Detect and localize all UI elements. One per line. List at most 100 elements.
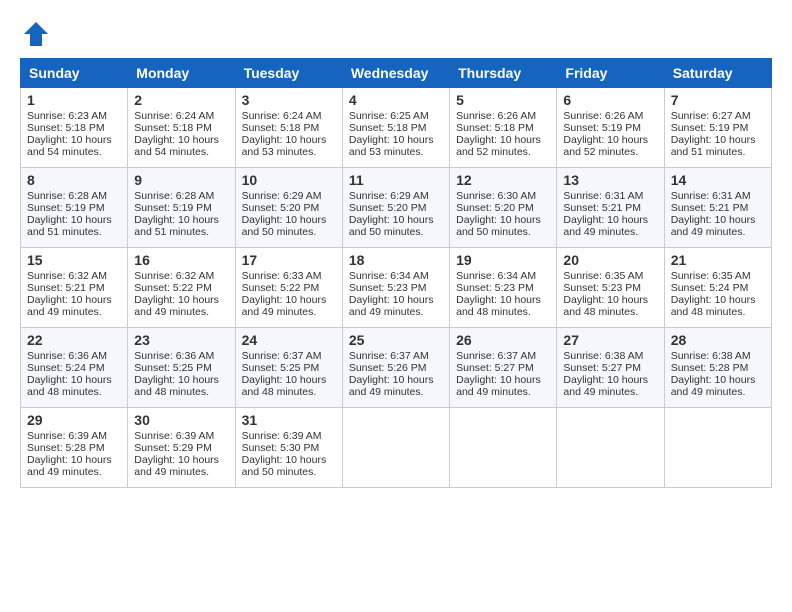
day-number: 4 (349, 92, 443, 108)
table-row: 25Sunrise: 6:37 AMSunset: 5:26 PMDayligh… (342, 328, 449, 408)
sunrise-text: Sunrise: 6:24 AM (134, 110, 214, 122)
table-row: 26Sunrise: 6:37 AMSunset: 5:27 PMDayligh… (450, 328, 557, 408)
day-number: 15 (27, 252, 121, 268)
day-number: 7 (671, 92, 765, 108)
daylight-minutes: and 49 minutes. (242, 306, 317, 318)
daylight-text: Daylight: 10 hours (242, 294, 327, 306)
day-number: 5 (456, 92, 550, 108)
daylight-minutes: and 50 minutes. (349, 226, 424, 238)
day-number: 1 (27, 92, 121, 108)
daylight-minutes: and 50 minutes. (242, 226, 317, 238)
daylight-text: Daylight: 10 hours (671, 134, 756, 146)
daylight-minutes: and 49 minutes. (134, 466, 209, 478)
daylight-minutes: and 48 minutes. (456, 306, 531, 318)
daylight-text: Daylight: 10 hours (27, 294, 112, 306)
table-row: 24Sunrise: 6:37 AMSunset: 5:25 PMDayligh… (235, 328, 342, 408)
logo (20, 20, 50, 48)
sunrise-text: Sunrise: 6:36 AM (27, 350, 107, 362)
calendar-table: Sunday Monday Tuesday Wednesday Thursday… (20, 58, 772, 488)
table-row: 2Sunrise: 6:24 AMSunset: 5:18 PMDaylight… (128, 88, 235, 168)
daylight-minutes: and 54 minutes. (134, 146, 209, 158)
table-row: 11Sunrise: 6:29 AMSunset: 5:20 PMDayligh… (342, 168, 449, 248)
sunset-text: Sunset: 5:20 PM (349, 202, 427, 214)
sunset-text: Sunset: 5:21 PM (563, 202, 641, 214)
table-row: 8Sunrise: 6:28 AMSunset: 5:19 PMDaylight… (21, 168, 128, 248)
sunrise-text: Sunrise: 6:30 AM (456, 190, 536, 202)
table-row: 9Sunrise: 6:28 AMSunset: 5:19 PMDaylight… (128, 168, 235, 248)
day-number: 20 (563, 252, 657, 268)
sunrise-text: Sunrise: 6:39 AM (242, 430, 322, 442)
sunrise-text: Sunrise: 6:23 AM (27, 110, 107, 122)
sunset-text: Sunset: 5:22 PM (242, 282, 320, 294)
daylight-minutes: and 49 minutes. (27, 306, 102, 318)
sunset-text: Sunset: 5:21 PM (671, 202, 749, 214)
sunrise-text: Sunrise: 6:39 AM (27, 430, 107, 442)
daylight-minutes: and 49 minutes. (27, 466, 102, 478)
day-number: 23 (134, 332, 228, 348)
daylight-minutes: and 49 minutes. (349, 306, 424, 318)
sunrise-text: Sunrise: 6:32 AM (27, 270, 107, 282)
daylight-text: Daylight: 10 hours (349, 294, 434, 306)
daylight-text: Daylight: 10 hours (456, 214, 541, 226)
sunset-text: Sunset: 5:18 PM (242, 122, 320, 134)
sunrise-text: Sunrise: 6:37 AM (456, 350, 536, 362)
sunset-text: Sunset: 5:28 PM (27, 442, 105, 454)
daylight-minutes: and 49 minutes. (671, 226, 746, 238)
sunset-text: Sunset: 5:23 PM (456, 282, 534, 294)
table-row: 22Sunrise: 6:36 AMSunset: 5:24 PMDayligh… (21, 328, 128, 408)
sunset-text: Sunset: 5:25 PM (242, 362, 320, 374)
table-row: 10Sunrise: 6:29 AMSunset: 5:20 PMDayligh… (235, 168, 342, 248)
sunset-text: Sunset: 5:19 PM (134, 202, 212, 214)
sunset-text: Sunset: 5:29 PM (134, 442, 212, 454)
daylight-minutes: and 49 minutes. (563, 386, 638, 398)
daylight-minutes: and 48 minutes. (563, 306, 638, 318)
daylight-text: Daylight: 10 hours (242, 214, 327, 226)
table-row: 21Sunrise: 6:35 AMSunset: 5:24 PMDayligh… (664, 248, 771, 328)
sunrise-text: Sunrise: 6:29 AM (349, 190, 429, 202)
table-row: 23Sunrise: 6:36 AMSunset: 5:25 PMDayligh… (128, 328, 235, 408)
table-row: 31Sunrise: 6:39 AMSunset: 5:30 PMDayligh… (235, 408, 342, 488)
day-number: 21 (671, 252, 765, 268)
sunrise-text: Sunrise: 6:31 AM (563, 190, 643, 202)
col-wednesday: Wednesday (342, 59, 449, 88)
day-number: 29 (27, 412, 121, 428)
day-number: 19 (456, 252, 550, 268)
table-row: 19Sunrise: 6:34 AMSunset: 5:23 PMDayligh… (450, 248, 557, 328)
day-number: 6 (563, 92, 657, 108)
daylight-text: Daylight: 10 hours (242, 374, 327, 386)
daylight-text: Daylight: 10 hours (349, 214, 434, 226)
sunrise-text: Sunrise: 6:26 AM (456, 110, 536, 122)
day-number: 22 (27, 332, 121, 348)
sunrise-text: Sunrise: 6:24 AM (242, 110, 322, 122)
day-number: 13 (563, 172, 657, 188)
sunset-text: Sunset: 5:19 PM (27, 202, 105, 214)
daylight-text: Daylight: 10 hours (671, 374, 756, 386)
daylight-text: Daylight: 10 hours (134, 214, 219, 226)
day-number: 12 (456, 172, 550, 188)
sunrise-text: Sunrise: 6:33 AM (242, 270, 322, 282)
sunset-text: Sunset: 5:25 PM (134, 362, 212, 374)
sunset-text: Sunset: 5:23 PM (563, 282, 641, 294)
sunset-text: Sunset: 5:19 PM (563, 122, 641, 134)
calendar-week-row: 29Sunrise: 6:39 AMSunset: 5:28 PMDayligh… (21, 408, 772, 488)
daylight-minutes: and 53 minutes. (349, 146, 424, 158)
day-number: 18 (349, 252, 443, 268)
day-number: 28 (671, 332, 765, 348)
sunrise-text: Sunrise: 6:34 AM (456, 270, 536, 282)
sunset-text: Sunset: 5:24 PM (671, 282, 749, 294)
day-number: 2 (134, 92, 228, 108)
sunrise-text: Sunrise: 6:28 AM (134, 190, 214, 202)
daylight-minutes: and 49 minutes. (349, 386, 424, 398)
table-row: 18Sunrise: 6:34 AMSunset: 5:23 PMDayligh… (342, 248, 449, 328)
daylight-text: Daylight: 10 hours (456, 134, 541, 146)
page-header (20, 20, 772, 48)
daylight-minutes: and 53 minutes. (242, 146, 317, 158)
sunrise-text: Sunrise: 6:38 AM (671, 350, 751, 362)
sunrise-text: Sunrise: 6:28 AM (27, 190, 107, 202)
day-number: 27 (563, 332, 657, 348)
sunset-text: Sunset: 5:22 PM (134, 282, 212, 294)
table-row: 13Sunrise: 6:31 AMSunset: 5:21 PMDayligh… (557, 168, 664, 248)
table-row: 5Sunrise: 6:26 AMSunset: 5:18 PMDaylight… (450, 88, 557, 168)
calendar-week-row: 8Sunrise: 6:28 AMSunset: 5:19 PMDaylight… (21, 168, 772, 248)
daylight-text: Daylight: 10 hours (242, 134, 327, 146)
